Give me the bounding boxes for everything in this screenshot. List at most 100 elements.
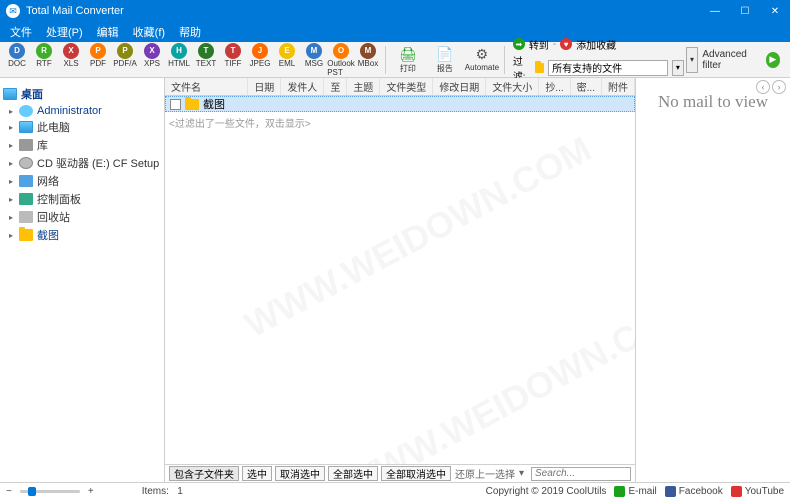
export-text-button[interactable]: TTEXT: [193, 43, 219, 77]
select-action-button[interactable]: 全部取消选中: [381, 466, 451, 481]
tree-node-label: 网络: [37, 173, 59, 189]
export-outlook pst-button[interactable]: OOutlook PST: [328, 43, 354, 77]
export-rtf-button[interactable]: RRTF: [31, 43, 57, 77]
tree-node[interactable]: ▸截图: [3, 226, 161, 244]
minimize-button[interactable]: —: [700, 0, 730, 22]
expand-icon[interactable]: ▸: [7, 159, 15, 168]
column-header-cell[interactable]: 文件名: [165, 78, 248, 95]
folder-tree: 桌面 ▸Administrator▸此电脑▸库▸CD 驱动器 (E:) CF S…: [0, 78, 165, 482]
favorite-icon: ♥: [560, 38, 572, 50]
column-header-cell[interactable]: 密...: [571, 78, 602, 95]
menu-item[interactable]: 帮助: [173, 22, 207, 42]
column-header-cell[interactable]: 发件人: [281, 78, 324, 95]
export-xls-button[interactable]: XXLS: [58, 43, 84, 77]
desktop-icon: [3, 88, 17, 100]
restore-selection-link[interactable]: 还原上一选择: [455, 466, 515, 481]
expand-icon[interactable]: ▸: [7, 177, 15, 186]
tree-node[interactable]: ▸CD 驱动器 (E:) CF Setup: [3, 154, 161, 172]
expand-icon[interactable]: ▸: [7, 213, 15, 222]
tree-node[interactable]: ▸ 网络: [3, 172, 161, 190]
select-action-button[interactable]: 包含子文件夹: [169, 466, 239, 481]
menu-item[interactable]: 文件: [4, 22, 38, 42]
selection-toolbar: 包含子文件夹选中取消选中全部选中全部取消选中 还原上一选择 ▾: [165, 464, 635, 482]
advanced-filter-dropdown[interactable]: ▾: [686, 47, 699, 73]
zoom-in-button[interactable]: +: [88, 486, 94, 497]
column-header-cell[interactable]: 修改日期: [433, 78, 486, 95]
export-html-button[interactable]: HHTML: [166, 43, 192, 77]
zoom-slider[interactable]: [20, 490, 80, 493]
打印-icon: 🖨: [399, 46, 417, 63]
file-row[interactable]: 截图: [165, 96, 635, 112]
tree-node-label: 库: [37, 137, 48, 153]
expand-icon[interactable]: ▸: [7, 141, 15, 150]
column-header-cell[interactable]: 抄...: [539, 78, 570, 95]
items-label: Items:: [142, 486, 169, 497]
打印-button[interactable]: 🖨打印: [390, 46, 426, 74]
zoom-out-button[interactable]: −: [6, 486, 12, 497]
export-jpeg-button[interactable]: JJPEG: [247, 43, 273, 77]
run-filter-icon[interactable]: ▶: [766, 52, 780, 68]
expand-icon[interactable]: ▸: [7, 107, 15, 116]
menu-item[interactable]: 处理(P): [40, 22, 89, 42]
format-icon: X: [144, 43, 160, 59]
menu-item[interactable]: 收藏(f): [127, 22, 171, 42]
advanced-filter-link[interactable]: Advanced filter: [702, 49, 761, 71]
format-icon: M: [360, 43, 376, 59]
filter-input[interactable]: [548, 60, 668, 76]
filter-hint[interactable]: <过滤出了一些文件，双击显示>: [165, 112, 635, 133]
export-eml-button[interactable]: EEML: [274, 43, 300, 77]
filter-dropdown-button[interactable]: ▾: [672, 60, 683, 76]
column-header-cell[interactable]: 附件: [602, 78, 635, 95]
format-icon: X: [63, 43, 79, 59]
preview-next-button[interactable]: ›: [772, 80, 786, 94]
export-doc-button[interactable]: DDOC: [4, 43, 30, 77]
app-title: Total Mail Converter: [26, 5, 124, 17]
expand-icon[interactable]: ▸: [7, 123, 15, 132]
export-pdf/a-button[interactable]: PPDF/A: [112, 43, 138, 77]
tree-node[interactable]: ▸ Administrator: [3, 104, 161, 118]
export-msg-button[interactable]: MMSG: [301, 43, 327, 77]
expand-icon[interactable]: ▸: [7, 195, 15, 204]
export-pdf-button[interactable]: PPDF: [85, 43, 111, 77]
row-checkbox[interactable]: [170, 99, 181, 110]
window-controls: — ☐ ✕: [700, 0, 790, 22]
tree-node[interactable]: ▸库: [3, 136, 161, 154]
select-action-button[interactable]: 取消选中: [275, 466, 325, 481]
file-list[interactable]: 截图 <过滤出了一些文件，双击显示>WWW.WEIDOWN.COM WWW.WE…: [165, 96, 635, 464]
报告-button[interactable]: 📄报告: [427, 46, 463, 74]
search-box: [531, 467, 631, 481]
e-mail-link[interactable]: E-mail: [614, 486, 656, 497]
column-header-cell[interactable]: 文件大小: [486, 78, 539, 95]
watermark: WWW.WEIDOWN.COM: [238, 128, 598, 346]
export-xps-button[interactable]: XXPS: [139, 43, 165, 77]
menu-item[interactable]: 编辑: [91, 22, 125, 42]
filter-folder-icon: [535, 63, 544, 73]
column-header-cell[interactable]: 主题: [347, 78, 380, 95]
tree-node[interactable]: ▸此电脑: [3, 118, 161, 136]
automate-button[interactable]: ⚙Automate: [464, 46, 500, 74]
column-header-cell[interactable]: 文件类型: [380, 78, 433, 95]
facebook-link[interactable]: Facebook: [665, 486, 723, 497]
tree-node-label: Administrator: [37, 105, 102, 117]
expand-icon[interactable]: ▸: [7, 231, 15, 240]
column-header-cell[interactable]: 至: [324, 78, 347, 95]
tree-root[interactable]: 桌面: [3, 84, 161, 104]
search-input[interactable]: [531, 467, 631, 481]
goto-link[interactable]: 转到: [529, 37, 549, 52]
add-favorite-link[interactable]: 添加收藏: [576, 37, 616, 52]
maximize-button[interactable]: ☐: [730, 0, 760, 22]
export-mbox-button[interactable]: MMBox: [355, 43, 381, 77]
tree-node[interactable]: ▸回收站: [3, 208, 161, 226]
close-button[interactable]: ✕: [760, 0, 790, 22]
youtube-link[interactable]: YouTube: [731, 486, 784, 497]
select-action-button[interactable]: 选中: [242, 466, 272, 481]
copyright-text: Copyright © 2019 CoolUtils: [486, 486, 607, 497]
preview-prev-button[interactable]: ‹: [756, 80, 770, 94]
export-tiff-button[interactable]: TTIFF: [220, 43, 246, 77]
tree-node[interactable]: ▸ 控制面板: [3, 190, 161, 208]
select-action-button[interactable]: 全部选中: [328, 466, 378, 481]
column-header-cell[interactable]: 日期: [248, 78, 281, 95]
tree-node-label: 控制面板: [37, 191, 81, 207]
youtube-icon: [731, 486, 742, 497]
restore-dropdown-icon[interactable]: ▾: [519, 468, 524, 479]
